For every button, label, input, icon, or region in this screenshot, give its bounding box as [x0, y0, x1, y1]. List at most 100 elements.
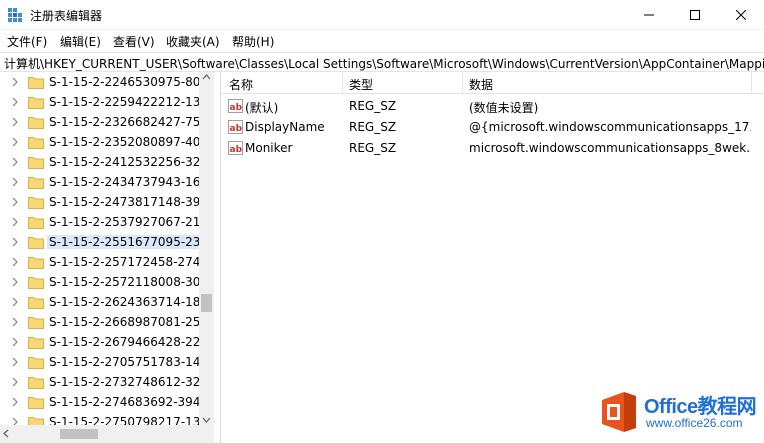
chevron-right-icon[interactable]: [11, 117, 19, 127]
address-bar[interactable]: 计算机\HKEY_CURRENT_USER\Software\Classes\L…: [0, 52, 764, 72]
close-button[interactable]: [718, 0, 764, 30]
folder-icon: [28, 237, 44, 249]
chevron-right-icon[interactable]: [11, 277, 19, 287]
folder-icon: [28, 397, 44, 409]
tree-item[interactable]: S-1-15-2-2434737943-167: [0, 172, 208, 192]
tree-item[interactable]: S-1-15-2-2624363714-184: [0, 292, 208, 312]
string-value-icon: ab: [228, 99, 243, 113]
tree-item[interactable]: S-1-15-2-2412532256-328: [0, 152, 208, 172]
pane-splitter[interactable]: [214, 72, 221, 443]
folder-icon: [28, 297, 44, 309]
scroll-up-icon[interactable]: [202, 74, 211, 80]
tree-item[interactable]: S-1-15-2-2259422212-133: [0, 92, 208, 112]
tree-item[interactable]: S-1-15-2-2679466428-225: [0, 332, 208, 352]
svg-text:ab: ab: [230, 145, 243, 155]
folder-icon: [28, 337, 44, 349]
menu-file[interactable]: 文件(F): [7, 33, 47, 50]
tree-horizontal-scrollbar[interactable]: [0, 425, 199, 443]
chevron-right-icon[interactable]: [11, 157, 19, 167]
chevron-right-icon[interactable]: [11, 137, 19, 147]
folder-icon: [28, 277, 44, 289]
maximize-button[interactable]: [672, 0, 718, 30]
chevron-right-icon[interactable]: [11, 297, 19, 307]
value-row[interactable]: ab (默认) REG_SZ (数值未设置): [221, 96, 764, 117]
column-header-type[interactable]: 类型: [349, 76, 373, 93]
tree-item[interactable]: S-1-15-2-2352080897-405: [0, 132, 208, 152]
chevron-right-icon[interactable]: [11, 257, 19, 267]
tree-item-label: S-1-15-2-2572118008-307: [49, 275, 209, 289]
window-title: 注册表编辑器: [30, 9, 103, 23]
tree-item[interactable]: S-1-15-2-2572118008-307: [0, 272, 208, 292]
tree-item[interactable]: S-1-15-2-2732748612-328: [0, 372, 208, 392]
chevron-right-icon[interactable]: [11, 237, 19, 247]
chevron-right-icon[interactable]: [11, 217, 19, 227]
column-divider[interactable]: [342, 72, 343, 94]
folder-icon: [28, 137, 44, 149]
column-header-data[interactable]: 数据: [469, 76, 493, 93]
value-data: @{microsoft.windowscommunicationsapps_17…: [469, 120, 751, 134]
svg-text:ab: ab: [230, 124, 243, 134]
folder-icon: [28, 97, 44, 109]
tree-item-label: S-1-15-2-2434737943-167: [49, 175, 209, 189]
folder-icon: [28, 377, 44, 389]
tree-item[interactable]: S-1-15-2-2668987081-256: [0, 312, 208, 332]
tree-item[interactable]: S-1-15-2-2551677095-235: [0, 232, 211, 252]
tree-item-label: S-1-15-2-2537927067-214: [49, 215, 209, 229]
chevron-right-icon[interactable]: [11, 97, 19, 107]
scroll-left-icon[interactable]: [3, 429, 9, 438]
menu-bar: 文件(F) 编辑(E) 查看(V) 收藏夹(A) 帮助(H): [0, 30, 764, 52]
tree-item-label: S-1-15-2-2246530975-808: [49, 75, 209, 89]
value-type: REG_SZ: [349, 120, 397, 134]
tree-item-label: S-1-15-2-2473817148-393: [49, 195, 209, 209]
column-divider[interactable]: [462, 72, 463, 94]
watermark-url: www.office26.com: [646, 416, 743, 430]
column-divider[interactable]: [751, 72, 752, 94]
office-logo-icon: [602, 392, 636, 432]
menu-favorites[interactable]: 收藏夹(A): [166, 33, 220, 50]
chevron-right-icon[interactable]: [11, 177, 19, 187]
tree-vertical-scrollbar[interactable]: [199, 72, 214, 425]
tree-item-label: S-1-15-2-2679466428-225: [49, 335, 209, 349]
watermark: Office教程网 www.office26.com: [594, 384, 764, 440]
tree-item-label: S-1-15-2-274683692-3946: [49, 395, 209, 409]
string-value-icon: ab: [228, 120, 243, 134]
tree-item[interactable]: S-1-15-2-2326682427-755: [0, 112, 208, 132]
menu-view[interactable]: 查看(V): [113, 33, 155, 50]
chevron-right-icon[interactable]: [11, 197, 19, 207]
chevron-right-icon[interactable]: [11, 317, 19, 327]
tree-item[interactable]: S-1-15-2-2705751783-149: [0, 352, 208, 372]
tree-item[interactable]: S-1-15-2-274683692-3946: [0, 392, 208, 412]
tree-item-label: S-1-15-2-2326682427-755: [49, 115, 209, 129]
tree-item[interactable]: S-1-15-2-2473817148-393: [0, 192, 208, 212]
minimize-icon: [644, 14, 654, 16]
chevron-right-icon[interactable]: [11, 337, 19, 347]
close-icon: [736, 10, 746, 20]
menu-help[interactable]: 帮助(H): [232, 33, 274, 50]
chevron-right-icon[interactable]: [11, 77, 19, 87]
chevron-right-icon[interactable]: [11, 377, 19, 387]
minimize-button[interactable]: [626, 0, 672, 30]
chevron-right-icon[interactable]: [11, 397, 19, 407]
tree-item[interactable]: S-1-15-2-2537927067-214: [0, 212, 208, 232]
scroll-down-icon[interactable]: [202, 417, 211, 423]
tree-item-label: S-1-15-2-2705751783-149: [49, 355, 209, 369]
scrollbar-thumb[interactable]: [201, 294, 212, 312]
menu-edit[interactable]: 编辑(E): [60, 33, 101, 50]
folder-icon: [28, 217, 44, 229]
column-header-name[interactable]: 名称: [229, 76, 253, 93]
value-name: DisplayName: [245, 120, 325, 134]
value-row[interactable]: ab DisplayName REG_SZ @{microsoft.windowsco…: [221, 117, 764, 138]
scrollbar-thumb[interactable]: [60, 429, 98, 439]
list-header: 名称 类型 数据: [221, 72, 764, 94]
chevron-right-icon[interactable]: [11, 357, 19, 367]
value-type: REG_SZ: [349, 99, 397, 113]
tree-item[interactable]: S-1-15-2-257172458-2742: [0, 252, 208, 272]
value-row[interactable]: ab Moniker REG_SZ microsoft.windowscommunic…: [221, 138, 764, 159]
address-path[interactable]: 计算机\HKEY_CURRENT_USER\Software\Classes\L…: [4, 55, 764, 71]
tree-item-label: S-1-15-2-2551677095-235: [47, 235, 211, 249]
tree-item[interactable]: S-1-15-2-2246530975-808: [0, 72, 208, 92]
watermark-brand: Office教程网: [644, 396, 757, 418]
folder-icon: [28, 197, 44, 209]
tree-item-label: S-1-15-2-2412532256-328: [49, 155, 209, 169]
value-data: microsoft.windowscommunicationsapps_8wek…: [469, 141, 751, 155]
